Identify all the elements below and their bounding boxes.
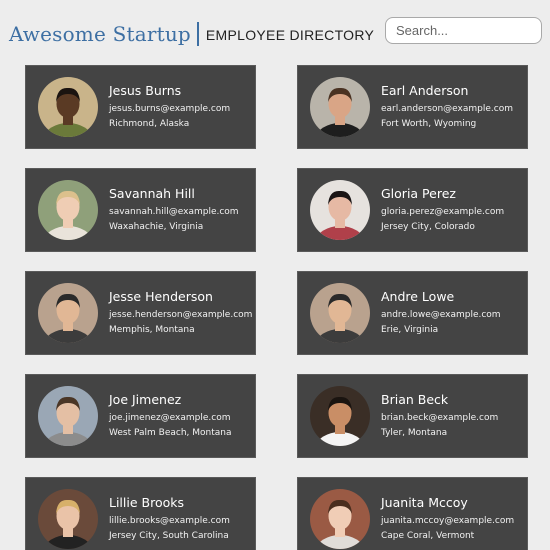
employee-info: Jesus Burns jesus.burns@example.com Richmo… <box>109 83 230 132</box>
avatar <box>310 180 370 240</box>
employee-info: Earl Anderson earl.anderson@example.com Fo… <box>381 83 513 132</box>
employee-email: jesus.burns@example.com <box>109 103 231 114</box>
employee-info: Jesse Henderson jesse.henderson@example.c… <box>109 289 252 338</box>
employee-card[interactable]: Juanita Mccoy juanita.mccoy@example.com Ca… <box>297 477 528 550</box>
employee-card[interactable]: Jesse Henderson jesse.henderson@example.c… <box>25 271 256 355</box>
employee-info: Gloria Perez gloria.perez@example.com Jers… <box>381 186 504 235</box>
employee-name: Jesse Henderson <box>109 288 213 304</box>
avatar <box>310 283 370 343</box>
avatar <box>38 386 98 446</box>
avatar <box>38 489 98 549</box>
employee-name: Joe Jimenez <box>109 391 182 407</box>
employee-email: brian.beck@example.com <box>381 412 499 423</box>
employee-info: Joe Jimenez joe.jimenez@example.com West P… <box>109 392 232 441</box>
employee-location: Cape Coral, Vermont <box>381 530 475 541</box>
employee-card[interactable]: Gloria Perez gloria.perez@example.com Jers… <box>297 168 528 252</box>
employee-email: earl.anderson@example.com <box>381 103 514 114</box>
employee-card[interactable]: Joe Jimenez joe.jimenez@example.com West P… <box>25 374 256 458</box>
employee-email: jesse.henderson@example.com <box>109 309 253 320</box>
avatar <box>310 489 370 549</box>
employee-name: Jesus Burns <box>109 82 182 98</box>
avatar <box>38 77 98 137</box>
employee-email: joe.jimenez@example.com <box>109 412 231 423</box>
employee-email: lillie.brooks@example.com <box>109 515 230 526</box>
avatar <box>310 386 370 446</box>
employee-location: Fort Worth, Wyoming <box>381 118 477 129</box>
employee-card[interactable]: Lillie Brooks lillie.brooks@example.com Je… <box>25 477 256 550</box>
employee-location: Jersey City, South Carolina <box>109 530 229 541</box>
employee-card[interactable]: Savannah Hill savannah.hill@example.com Wa… <box>25 168 256 252</box>
employee-email: savannah.hill@example.com <box>109 206 239 217</box>
employee-location: Jersey City, Colorado <box>381 221 475 232</box>
employee-info: Brian Beck brian.beck@example.com Tyler, M… <box>381 392 498 441</box>
employee-card[interactable]: Brian Beck brian.beck@example.com Tyler, M… <box>297 374 528 458</box>
avatar <box>38 180 98 240</box>
employee-card[interactable]: Jesus Burns jesus.burns@example.com Richmo… <box>25 65 256 149</box>
employee-location: Memphis, Montana <box>109 324 195 335</box>
employee-name: Earl Anderson <box>381 82 469 98</box>
employee-info: Juanita Mccoy juanita.mccoy@example.com Ca… <box>381 495 514 544</box>
employee-card[interactable]: Andre Lowe andre.lowe@example.com Erie, Vi… <box>297 271 528 355</box>
employee-location: Waxahachie, Virginia <box>109 221 204 232</box>
employee-info: Lillie Brooks lillie.brooks@example.com Je… <box>109 495 230 544</box>
employee-location: Tyler, Montana <box>381 427 448 438</box>
employee-name: Andre Lowe <box>381 288 455 304</box>
employee-location: West Palm Beach, Montana <box>109 427 232 438</box>
employee-name: Lillie Brooks <box>109 494 185 510</box>
employee-name: Gloria Perez <box>381 185 456 201</box>
employee-info: Savannah Hill savannah.hill@example.com Wa… <box>109 186 239 235</box>
employee-location: Erie, Virginia <box>381 324 439 335</box>
employee-email: juanita.mccoy@example.com <box>381 515 515 526</box>
employee-name: Juanita Mccoy <box>381 494 468 510</box>
employee-info: Andre Lowe andre.lowe@example.com Erie, Vi… <box>381 289 501 338</box>
avatar <box>38 283 98 343</box>
avatar <box>310 77 370 137</box>
employee-email: andre.lowe@example.com <box>381 309 501 320</box>
employee-location: Richmond, Alaska <box>109 118 190 129</box>
employee-email: gloria.perez@example.com <box>381 206 505 217</box>
employee-grid: Jesus Burns jesus.burns@example.com Richmo… <box>0 0 550 550</box>
employee-card[interactable]: Earl Anderson earl.anderson@example.com Fo… <box>297 65 528 149</box>
employee-name: Savannah Hill <box>109 185 195 201</box>
employee-name: Brian Beck <box>381 391 449 407</box>
